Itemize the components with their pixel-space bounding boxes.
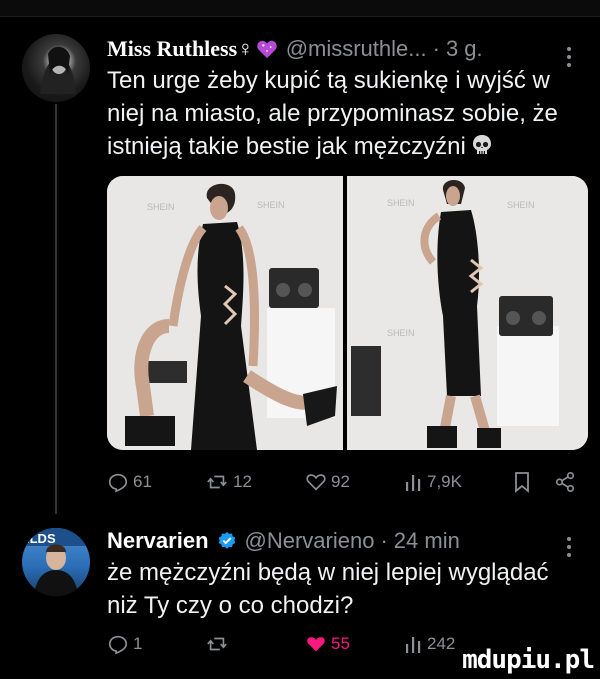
brand-text: SHEIN <box>257 200 285 210</box>
views-icon <box>406 637 421 653</box>
avatar-image <box>40 46 76 94</box>
retweet-icon <box>207 637 227 651</box>
tweet-image-left[interactable]: SHEIN SHEIN <box>107 176 343 450</box>
tweet1-text: Ten urge żeby kupić tą sukienkę i wyjść … <box>107 64 582 163</box>
views-button[interactable]: 242 <box>403 633 455 655</box>
brand-text: SHEIN <box>387 198 415 208</box>
tweet2-text: że mężczyźni będą w niej lepiej wyglądać… <box>107 559 549 619</box>
author-name[interactable]: Nervarien <box>107 528 209 554</box>
reply-icon <box>108 473 128 493</box>
tweet1-header: Miss Ruthless♀ @missruthle... · 3 g. <box>107 36 483 62</box>
more-icon[interactable] <box>566 536 572 558</box>
svg-text:ILDS: ILDS <box>26 531 56 546</box>
share-button[interactable] <box>554 471 576 493</box>
like-button[interactable]: 92 <box>305 471 350 493</box>
reply-count: 1 <box>133 634 143 653</box>
tweet2-header: Nervarien @Nervarieno · 24 min <box>107 528 460 554</box>
reply-icon <box>108 635 128 655</box>
avatar-miss-ruthless[interactable] <box>22 34 90 102</box>
author-handle[interactable]: @Nervarieno <box>245 528 375 554</box>
share-icon <box>555 472 575 492</box>
views-button[interactable]: 7,9K <box>403 471 462 493</box>
brand-text: SHEIN <box>387 328 415 338</box>
retweet-button[interactable]: 12 <box>205 471 252 493</box>
separator: · <box>380 528 388 553</box>
bookmark-button[interactable] <box>512 471 532 493</box>
post-time[interactable]: 3 g. <box>446 36 483 62</box>
brand-text: SHEIN <box>147 202 175 212</box>
author-handle[interactable]: @missruthle... <box>286 36 427 62</box>
like-button[interactable]: 55 <box>305 633 350 655</box>
photo-model-standing: SHEIN SHEIN SHEIN <box>347 176 588 450</box>
bookmark-icon <box>515 472 529 493</box>
thread-line <box>55 104 57 514</box>
top-bar <box>0 0 600 17</box>
tweet1-actions: 61 12 92 7,9K <box>107 468 587 496</box>
brand-text: SHEIN <box>507 200 535 210</box>
skull-icon <box>472 135 491 154</box>
views-icon <box>406 475 421 491</box>
avatar-image: ILDS <box>22 528 90 596</box>
views-count: 7,9K <box>427 472 462 491</box>
views-count: 242 <box>427 634 456 653</box>
like-icon <box>307 637 325 652</box>
tweet-image-right[interactable]: SHEIN SHEIN SHEIN <box>347 176 588 450</box>
purple-heart-icon <box>256 40 277 59</box>
reply-count: 61 <box>133 472 152 491</box>
photo-model-kneeling: SHEIN SHEIN <box>107 176 343 450</box>
like-icon <box>306 474 326 491</box>
verified-icon <box>218 531 235 549</box>
separator: · <box>432 36 440 61</box>
retweet-icon <box>207 475 227 489</box>
post-time[interactable]: 24 min <box>394 528 460 554</box>
author-name[interactable]: Miss Ruthless♀ <box>107 36 254 62</box>
reply-button[interactable]: 1 <box>107 633 142 655</box>
watermark: mdupiu.pl <box>462 645 595 675</box>
like-count: 92 <box>331 472 350 491</box>
reply-button[interactable]: 61 <box>107 471 152 493</box>
like-count: 55 <box>331 634 350 653</box>
avatar-nervarien[interactable]: ILDS <box>22 528 90 596</box>
retweet-count: 12 <box>233 472 252 491</box>
retweet-button[interactable] <box>205 633 233 655</box>
